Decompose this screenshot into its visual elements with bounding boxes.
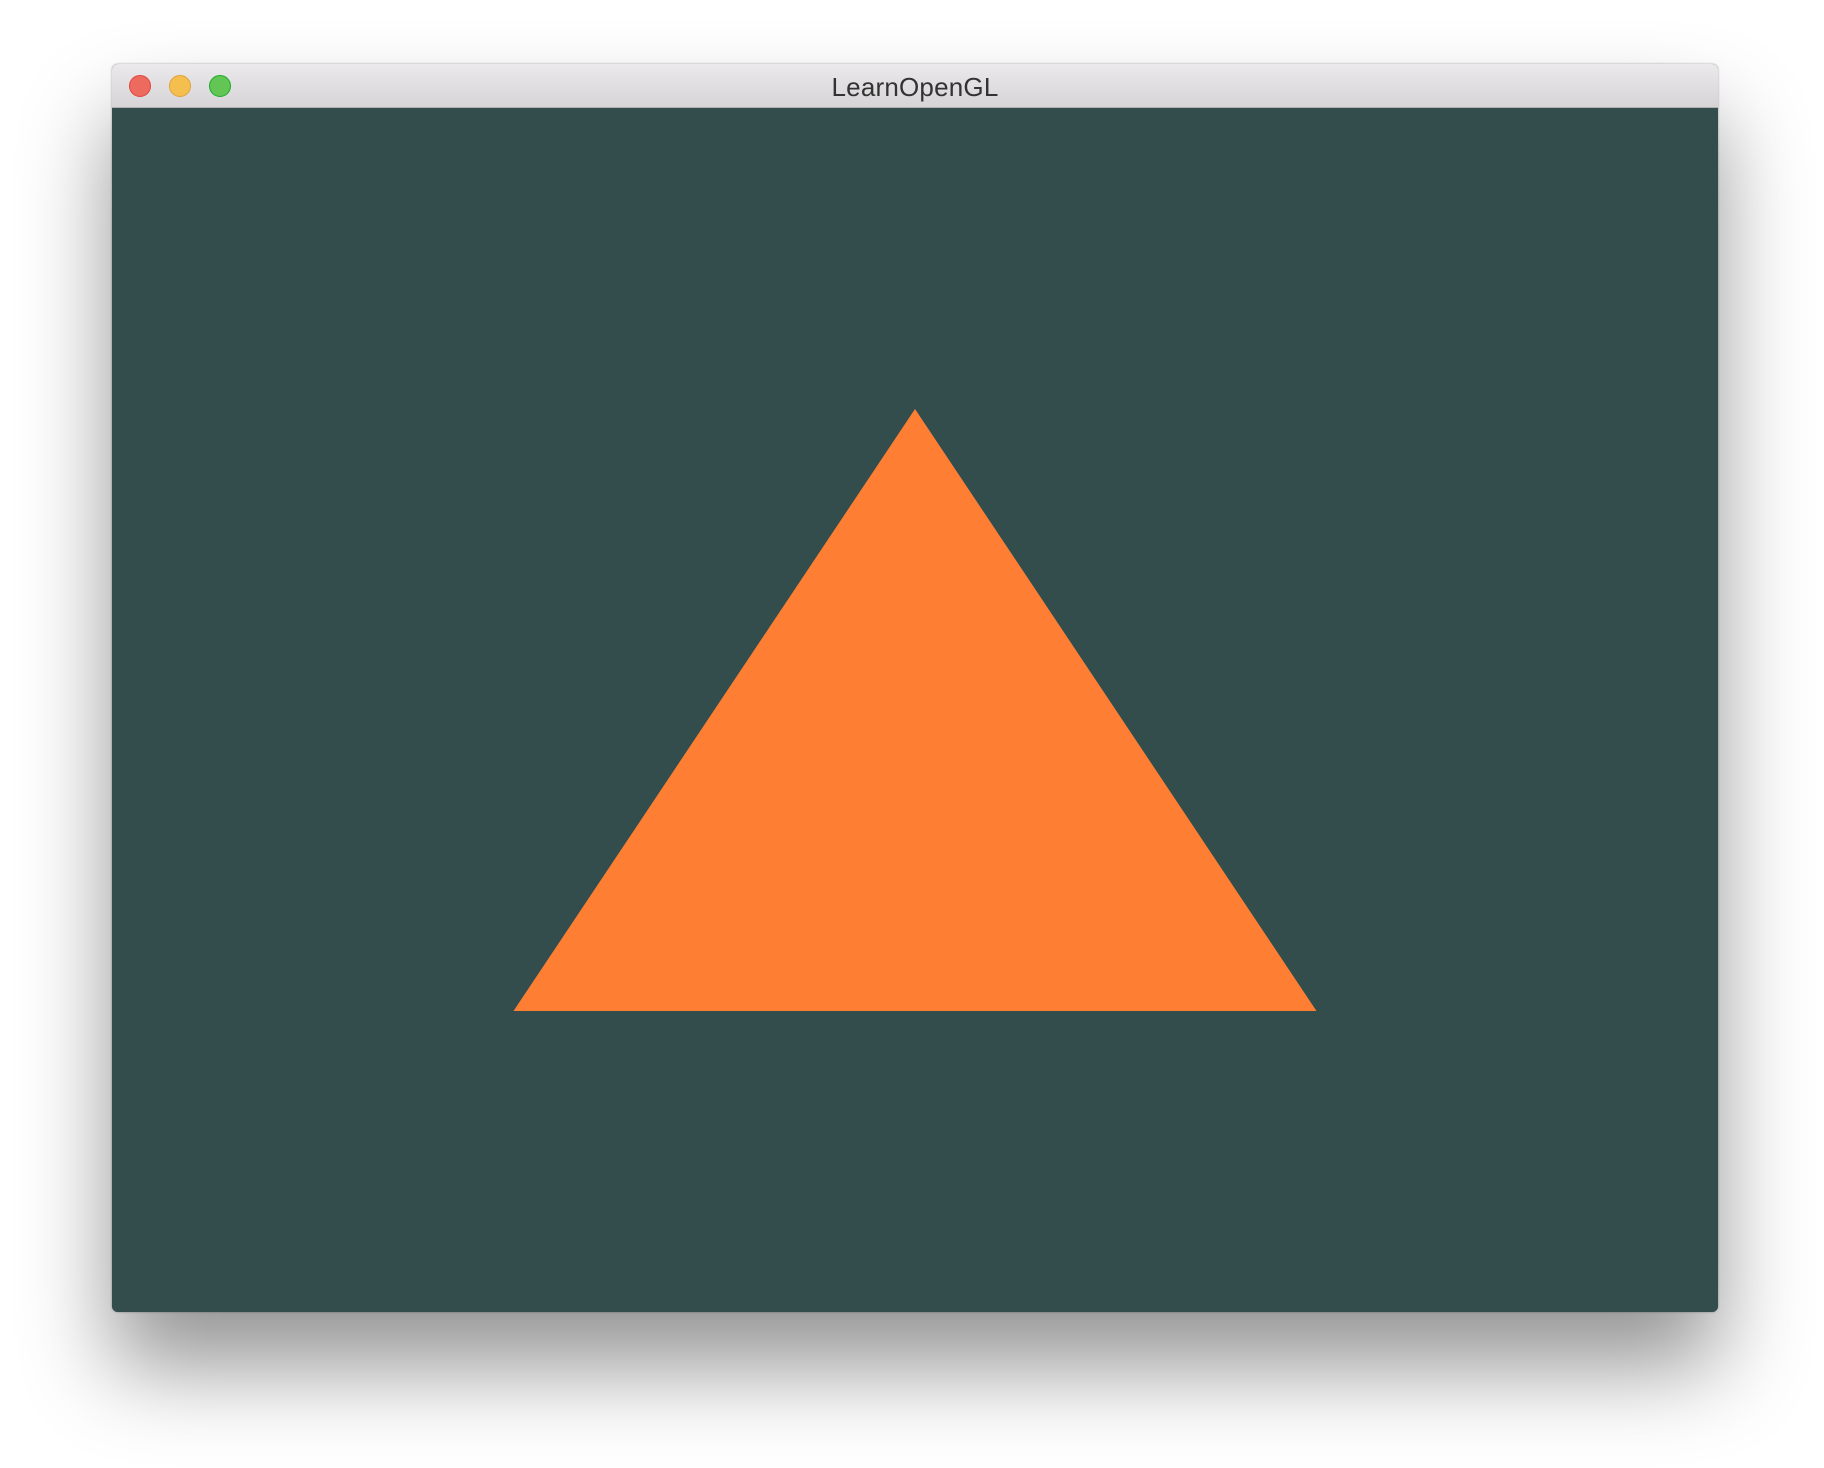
app-window: LearnOpenGL	[112, 64, 1718, 1312]
title-bar[interactable]: LearnOpenGL	[112, 64, 1718, 108]
desktop: LearnOpenGL	[0, 0, 1824, 1468]
gl-canvas	[112, 108, 1718, 1312]
window-title: LearnOpenGL	[831, 72, 999, 102]
opengl-viewport[interactable]	[112, 108, 1718, 1312]
